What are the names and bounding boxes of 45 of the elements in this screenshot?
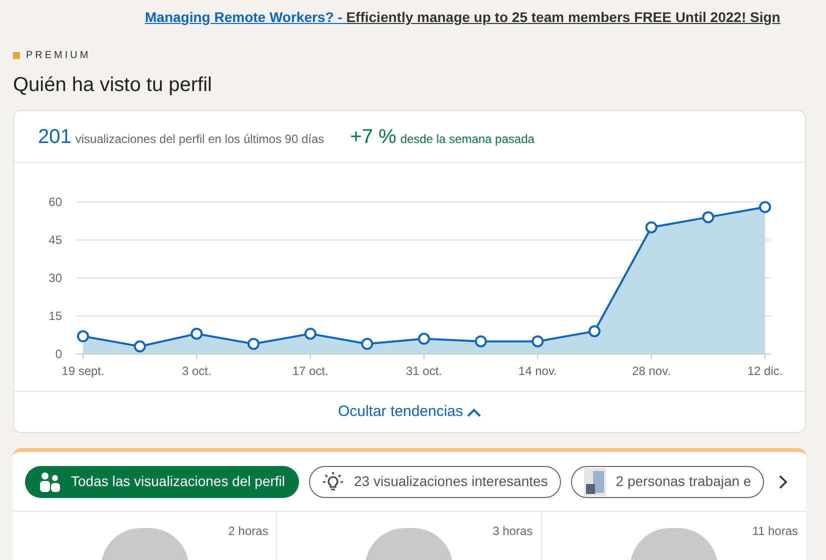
company-logo-icon bbox=[584, 468, 606, 496]
x-tick-label: 31 oct. bbox=[406, 364, 442, 378]
x-tick-label: 17 oct. bbox=[292, 364, 328, 378]
time-ago: 3 horas bbox=[492, 523, 533, 540]
x-tick-label: 12 dic. bbox=[747, 364, 783, 378]
filter-pill[interactable]: 23 visualizaciones interesantes bbox=[309, 466, 561, 498]
views-count: 201 bbox=[38, 124, 72, 150]
data-point bbox=[361, 338, 374, 350]
data-point bbox=[190, 328, 203, 340]
filter-pill[interactable]: 2 personas trabajan e bbox=[570, 466, 764, 498]
chevron-up-icon bbox=[467, 408, 482, 416]
data-point bbox=[474, 335, 487, 348]
data-point bbox=[248, 338, 260, 350]
views-label: visualizaciones del perfil en los últimos 90 días bbox=[75, 130, 324, 148]
change-value: +7 % bbox=[350, 124, 396, 150]
hide-trends-button[interactable]: Ocultar tendencias bbox=[338, 400, 482, 424]
data-point bbox=[702, 211, 714, 224]
time-ago: 11 horas bbox=[752, 523, 798, 540]
y-tick-label: 30 bbox=[48, 271, 62, 285]
premium-icon bbox=[13, 52, 20, 58]
data-point bbox=[418, 332, 430, 345]
x-tick-label: 28 nov. bbox=[632, 364, 671, 378]
y-tick-label: 0 bbox=[55, 347, 62, 361]
y-tick-label: 45 bbox=[48, 233, 62, 247]
people-icon bbox=[39, 472, 61, 492]
banner-link[interactable]: Managing Remote Workers? - bbox=[145, 9, 346, 25]
data-point bbox=[645, 221, 658, 234]
data-point bbox=[134, 340, 146, 352]
x-tick-label: 3 oct. bbox=[182, 364, 212, 378]
data-point bbox=[759, 201, 771, 214]
page-title: Quién ha visto tu perfil bbox=[13, 73, 213, 98]
y-tick-label: 60 bbox=[48, 195, 62, 209]
premium-label: PREMIUM bbox=[26, 48, 91, 62]
x-tick-label: 14 nov. bbox=[518, 364, 557, 378]
banner-text: Efficiently manage up to 25 team members FREE Until 2022! Sign bbox=[346, 9, 780, 25]
change-label: desde la semana pasada bbox=[400, 130, 534, 148]
data-point bbox=[588, 325, 600, 338]
y-tick-label: 15 bbox=[48, 309, 62, 323]
data-point bbox=[532, 335, 544, 348]
time-ago: 2 horas bbox=[228, 523, 268, 540]
data-point bbox=[304, 328, 316, 340]
lightbulb-icon bbox=[322, 470, 344, 492]
filter-pill[interactable]: Todas las visualizaciones del perfil bbox=[25, 466, 299, 498]
data-point bbox=[77, 330, 89, 342]
x-tick-label: 19 sept. bbox=[62, 364, 104, 378]
